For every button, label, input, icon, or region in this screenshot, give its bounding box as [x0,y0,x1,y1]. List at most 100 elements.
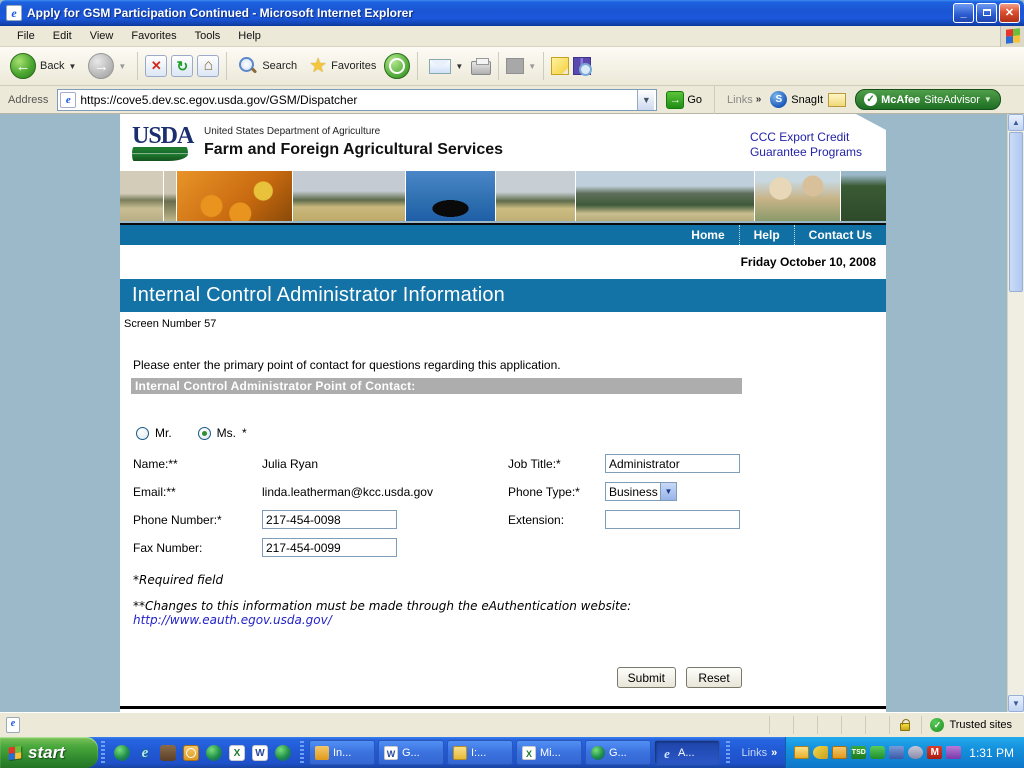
vertical-scrollbar[interactable]: ▲ ▼ [1007,114,1024,712]
toolbar-separator [417,52,419,80]
submit-button[interactable]: Submit [616,667,676,688]
history-button[interactable] [384,53,411,79]
program-line2[interactable]: Guarantee Programs [750,145,862,160]
mcafee-siteadvisor-button[interactable]: ✓ McAfee SiteAdvisor ▼ [855,89,1001,110]
ie-window: e Apply for GSM Participation Continued … [0,0,1024,768]
edit-button[interactable] [506,58,525,74]
task-button-word-doc[interactable]: W G... [378,740,444,765]
scrollbar-track[interactable] [1008,293,1024,695]
reset-button[interactable]: Reset [686,667,742,688]
snagit-button[interactable]: S SnagIt [770,91,823,108]
task-button-excel[interactable]: X Mi... [516,740,582,765]
quicklaunch-internet-icon[interactable] [206,744,222,761]
select-dropdown-icon[interactable]: ▼ [660,483,676,500]
task-button-browser[interactable]: G... [585,740,651,765]
phone-number-label: Phone Number:* [133,512,222,527]
quicklaunch-app-icon[interactable] [160,744,176,761]
taskbar-links-toolbar[interactable]: Links » [733,737,785,768]
eauth-link[interactable]: http://www.eauth.egov.usda.gov/ [133,613,886,627]
address-url[interactable]: https://cove5.dev.sc.egov.usda.gov/GSM/D… [80,93,633,107]
toolbar-grip[interactable] [300,741,304,764]
program-link[interactable]: CCC Export Credit Guarantee Programs [750,130,862,160]
back-button[interactable]: ← Back ▼ [6,51,80,81]
links-toolbar[interactable]: Links » [723,94,765,106]
print-button[interactable] [471,58,492,75]
tray-server-icon[interactable] [946,746,962,759]
banner-photo-mountain [575,171,754,221]
menu-help[interactable]: Help [229,28,270,44]
address-dropdown-icon[interactable]: ▼ [637,89,655,110]
nav-help[interactable]: Help [738,225,794,245]
phone-type-select[interactable]: Business ▼ [605,482,677,501]
toolbar-grip[interactable] [101,741,105,764]
quicklaunch-ie-icon[interactable]: e [137,745,153,761]
program-line1[interactable]: CCC Export Credit [750,130,862,145]
task-button-folder[interactable]: I:... [447,740,513,765]
search-icon [238,56,258,76]
task-button-inbox[interactable]: In... [309,740,375,765]
phone-number-input[interactable] [262,510,397,529]
menu-edit[interactable]: Edit [44,28,81,44]
forward-button[interactable]: → ▼ [84,51,130,81]
tray-clock-icon[interactable] [832,746,848,759]
scrollbar-thumb[interactable] [1009,132,1023,292]
scroll-up-icon[interactable]: ▲ [1008,114,1024,131]
siteadvisor-dropdown-icon[interactable]: ▼ [984,95,992,104]
research-button[interactable] [573,57,593,76]
back-icon: ← [10,53,36,79]
snagit-capture-icon[interactable] [828,92,847,107]
quicklaunch-excel-icon[interactable]: X [229,744,245,761]
tray-mcafee-icon[interactable]: M [927,746,943,759]
mail-dropdown-icon[interactable]: ▼ [455,62,463,71]
menu-tools[interactable]: Tools [186,28,230,44]
fax-number-input[interactable] [262,538,397,557]
usda-logo-text: USDA [132,122,194,149]
tray-display-icon[interactable] [889,746,905,759]
fax-number-label: Fax Number: [133,540,203,555]
chevron-icon[interactable]: » [756,94,762,105]
address-input[interactable]: e https://cove5.dev.sc.egov.usda.gov/GSM… [57,88,658,111]
quicklaunch-internet-icon[interactable] [114,744,130,761]
chevron-icon[interactable]: » [771,747,777,759]
scroll-down-icon[interactable]: ▼ [1008,695,1024,712]
refresh-button[interactable]: ↻ [171,55,194,77]
close-button[interactable]: ✕ [999,3,1020,23]
radio-ms[interactable] [197,426,211,440]
favorites-button[interactable]: ★ Favorites [305,55,380,77]
home-button[interactable]: ⌂ [197,55,220,77]
mail-button[interactable]: ▼ [425,57,467,76]
tray-keys-icon[interactable] [813,746,829,759]
tray-mail-icon[interactable] [794,746,810,759]
banner-photo-farmers [754,171,840,221]
extension-input[interactable] [605,510,740,529]
start-button[interactable]: start [0,737,98,768]
taskbar-clock[interactable]: 1:31 PM [969,746,1014,760]
radio-mr[interactable] [136,426,149,440]
toolbar-separator [137,52,139,80]
minimize-button[interactable]: _ [953,3,974,23]
notes-button[interactable] [551,57,570,75]
quicklaunch-clock-icon[interactable] [183,744,199,761]
quick-launch-bar: e X W [108,737,297,768]
job-title-input[interactable] [605,454,740,473]
stop-button[interactable]: ✕ [145,55,168,77]
tray-volume-icon[interactable] [908,746,924,759]
back-dropdown-icon[interactable]: ▼ [68,62,76,71]
nav-contact-us[interactable]: Contact Us [793,225,886,245]
window-titlebar[interactable]: e Apply for GSM Participation Continued … [0,0,1024,26]
nav-home[interactable]: Home [677,225,738,245]
quicklaunch-word-icon[interactable]: W [252,744,268,761]
task-button-ie-active[interactable]: e A... [654,740,720,765]
search-button[interactable]: Search [234,54,301,78]
tray-tsd-icon[interactable]: TSD [851,746,867,759]
restore-button[interactable] [976,3,997,23]
tray-device-icon[interactable] [870,746,886,759]
go-button[interactable]: → Go [662,90,706,110]
menu-favorites[interactable]: Favorites [122,28,185,44]
quicklaunch-internet-icon[interactable] [275,744,291,761]
extension-label: Extension: [508,512,565,527]
toolbar-grip[interactable] [726,741,731,764]
menu-view[interactable]: View [81,28,123,44]
back-label: Back [40,60,65,72]
menu-file[interactable]: File [8,28,44,44]
